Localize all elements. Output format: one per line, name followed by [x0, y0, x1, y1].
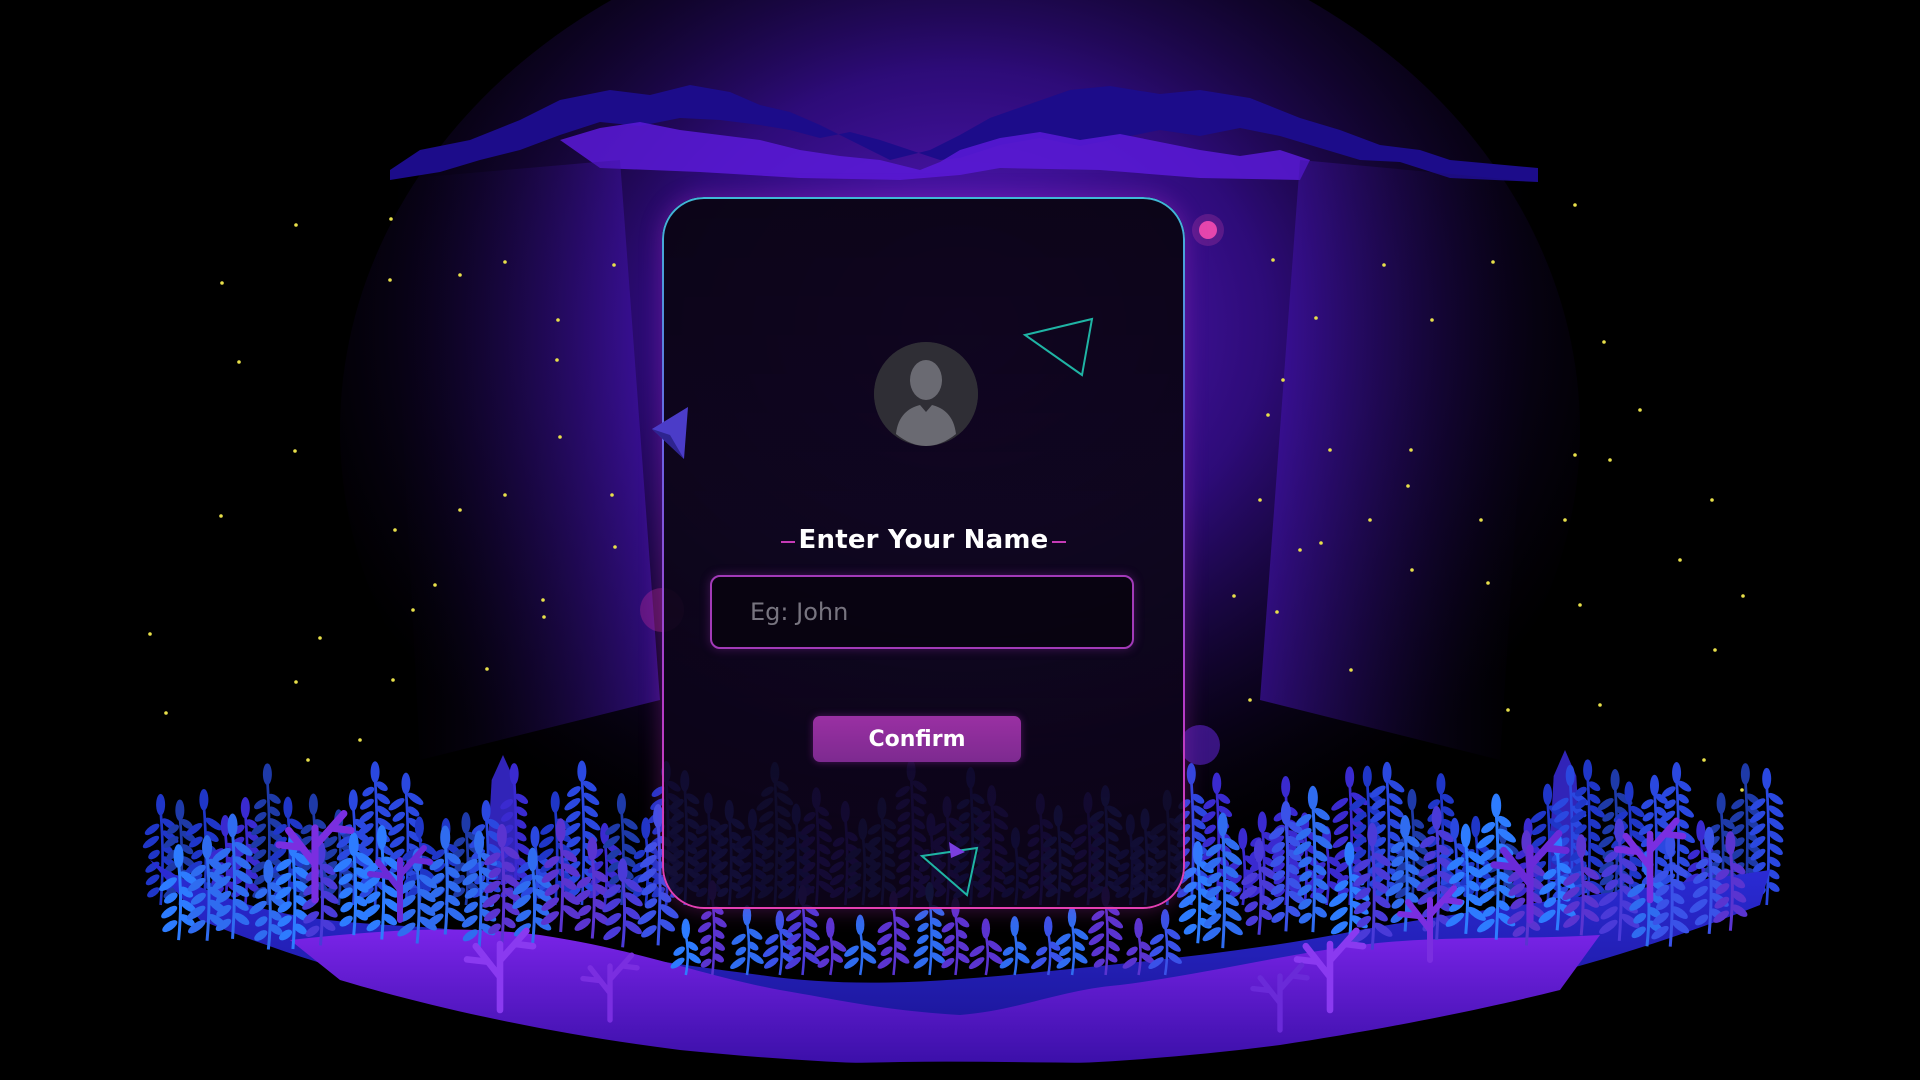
star [541, 598, 545, 602]
avatar [874, 342, 978, 446]
star [433, 583, 437, 587]
triangle-decoration-left [652, 407, 688, 459]
star [1678, 558, 1682, 562]
star [1281, 378, 1285, 382]
star [542, 615, 546, 619]
star [555, 358, 559, 362]
star [219, 514, 223, 518]
star [1713, 648, 1717, 652]
star [1319, 541, 1323, 545]
star [1258, 498, 1262, 502]
star [1573, 203, 1577, 207]
star [220, 281, 224, 285]
star [1382, 263, 1386, 267]
star [293, 449, 297, 453]
user-silhouette-icon [874, 342, 978, 446]
star [1486, 581, 1490, 585]
star [1248, 698, 1252, 702]
star [1740, 788, 1744, 792]
star [556, 318, 560, 322]
star [1271, 258, 1275, 262]
star [485, 667, 489, 671]
page-title: Enter Your Name [780, 525, 1067, 555]
star [1638, 408, 1642, 412]
name-entry-card: Enter Your Name Confirm [652, 197, 1185, 909]
star [411, 608, 415, 612]
title-row: Enter Your Name [664, 520, 1183, 560]
star [1741, 594, 1745, 598]
star [1266, 413, 1270, 417]
star [1314, 316, 1318, 320]
star [1578, 603, 1582, 607]
star [1491, 260, 1495, 264]
star [389, 217, 393, 221]
star [294, 680, 298, 684]
star [1275, 610, 1279, 614]
star [1406, 484, 1410, 488]
star [164, 711, 168, 715]
star [391, 678, 395, 682]
star [1298, 548, 1302, 552]
star [1410, 568, 1414, 572]
star [1710, 498, 1714, 502]
star [1409, 448, 1413, 452]
star [294, 223, 298, 227]
star [1573, 453, 1577, 457]
star [148, 632, 152, 636]
star [1598, 703, 1602, 707]
name-input[interactable] [710, 575, 1134, 649]
triangle-outline-bottom [919, 842, 979, 897]
star [306, 758, 310, 762]
star [237, 360, 241, 364]
star [1602, 340, 1606, 344]
star [1430, 318, 1434, 322]
page: Enter Your Name Confirm [0, 0, 1920, 1080]
star [503, 260, 507, 264]
star [1506, 708, 1510, 712]
star [458, 508, 462, 512]
confirm-button[interactable]: Confirm [813, 716, 1021, 762]
star [1328, 448, 1332, 452]
star [388, 278, 392, 282]
star [1232, 594, 1236, 598]
star [1368, 518, 1372, 522]
star [1563, 518, 1567, 522]
star [613, 545, 617, 549]
star [612, 263, 616, 267]
star [1479, 518, 1483, 522]
star [610, 493, 614, 497]
star [1349, 668, 1353, 672]
star [503, 493, 507, 497]
star [558, 435, 562, 439]
star [458, 273, 462, 277]
star [318, 636, 322, 640]
star [358, 738, 362, 742]
star [1608, 458, 1612, 462]
star [393, 528, 397, 532]
star [1702, 758, 1706, 762]
triangle-outline-top-right [1022, 317, 1094, 377]
